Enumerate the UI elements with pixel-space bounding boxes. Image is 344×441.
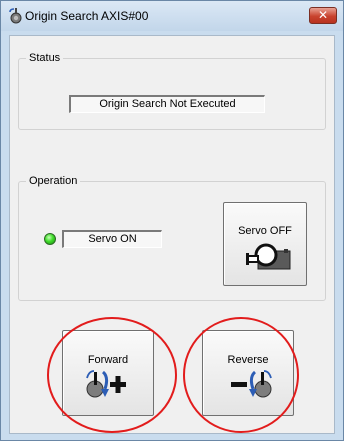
close-icon: ✕ — [317, 8, 329, 22]
window-title: Origin Search AXIS#00 — [25, 9, 149, 23]
forward-rotation-icon — [86, 370, 126, 398]
close-button[interactable]: ✕ — [309, 7, 337, 24]
servo-off-button[interactable]: Servo OFF — [223, 202, 307, 286]
status-group-title: Status — [26, 52, 64, 64]
operation-group-title: Operation — [26, 175, 81, 187]
reverse-rotation-icon — [231, 370, 272, 398]
title-bar[interactable]: Origin Search AXIS#00 ✕ — [1, 1, 343, 31]
dialog-body: Status Origin Search Not Executed Operat… — [9, 35, 335, 434]
operation-group: Operation Servo ON Servo OFF — [18, 175, 326, 301]
servo-state-field: Servo ON — [62, 230, 162, 248]
servo-motor-icon — [9, 8, 22, 24]
status-field: Origin Search Not Executed — [69, 95, 265, 113]
origin-search-window: Origin Search AXIS#00 ✕ Status Origin Se… — [0, 0, 344, 441]
servo-motor-icon — [246, 243, 291, 270]
forward-button[interactable]: Forward — [62, 330, 154, 416]
servo-status-indicator — [44, 233, 56, 245]
status-group: Status Origin Search Not Executed — [18, 52, 326, 130]
reverse-button[interactable]: Reverse — [202, 330, 294, 416]
